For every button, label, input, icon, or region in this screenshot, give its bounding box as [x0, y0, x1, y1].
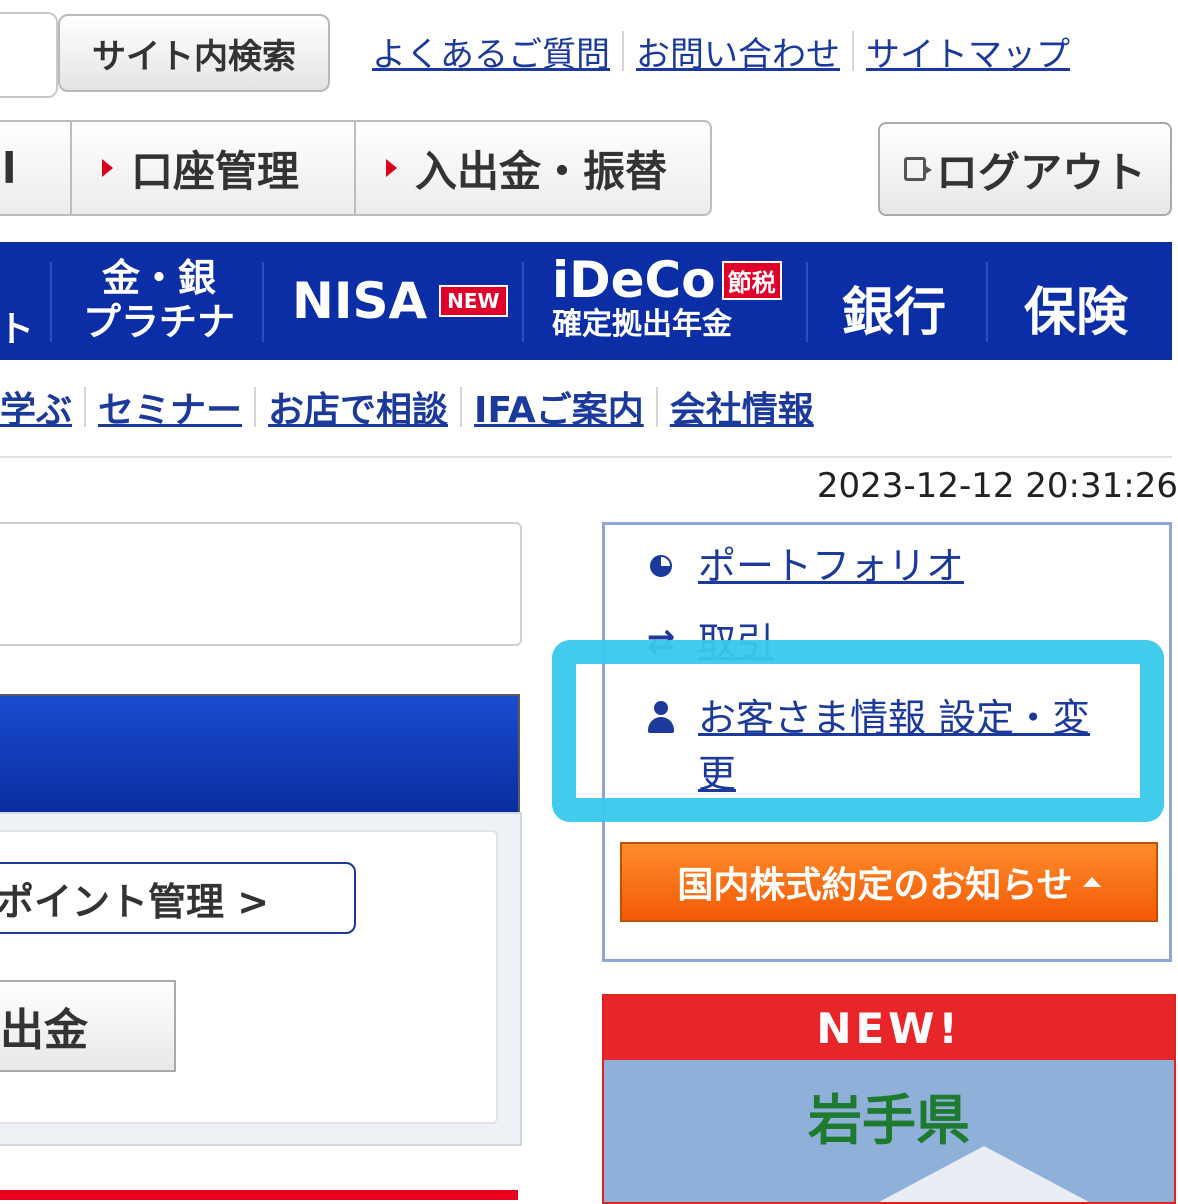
banner-title: 岩手県	[808, 1089, 970, 1152]
ifa-link[interactable]: IFAご案内	[474, 381, 644, 433]
divider	[852, 31, 854, 71]
divider	[622, 31, 624, 71]
contact-link[interactable]: お問い合わせ	[636, 27, 840, 76]
divider	[0, 456, 1172, 458]
nav-tab-partial-label: l	[2, 143, 17, 193]
product-partial[interactable]: ト	[0, 300, 34, 352]
divider	[84, 387, 87, 427]
account-panel-header	[0, 694, 520, 814]
tax-saving-badge: 節税	[721, 260, 782, 300]
product-gold[interactable]: 金・銀 プラチナ	[74, 256, 244, 344]
red-strip	[0, 1190, 518, 1200]
mountain-graphic	[834, 1146, 1134, 1202]
nav-tab-transfer-label: 入出金・振替	[415, 146, 668, 196]
product-ideco-label: iDeCo	[552, 251, 716, 309]
product-insurance[interactable]: 保険	[1024, 270, 1128, 345]
divider	[50, 262, 52, 342]
divider	[460, 387, 463, 427]
stock-execution-notice-button[interactable]: 国内株式約定のお知らせ	[620, 842, 1158, 922]
logout-button[interactable]: ログアウト	[878, 122, 1172, 216]
stock-execution-notice-label: 国内株式約定のお知らせ	[677, 865, 1073, 906]
product-gold-line2: プラチナ	[82, 300, 235, 344]
store-consult-link[interactable]: お店で相談	[268, 381, 448, 433]
nav-tab-transfer[interactable]: 入出金・振替	[354, 120, 712, 216]
divider	[655, 387, 658, 427]
nav-tab-partial[interactable]: l	[0, 120, 72, 216]
product-ideco[interactable]: iDeCo 節税 確定拠出年金	[552, 252, 782, 342]
new-badge: NEW	[439, 285, 508, 317]
divider	[986, 262, 988, 342]
logout-icon	[903, 157, 932, 181]
point-management-button[interactable]: ポイント管理 >	[0, 862, 356, 934]
info-panel	[0, 522, 522, 646]
company-link[interactable]: 会社情報	[670, 381, 814, 433]
search-input[interactable]	[0, 12, 58, 98]
pie-chart-icon	[642, 538, 680, 594]
site-search-button[interactable]: サイト内検索	[58, 14, 330, 92]
withdraw-button[interactable]: 出金	[0, 980, 176, 1072]
divider	[522, 262, 524, 342]
menu-item-portfolio[interactable]: ポートフォリオ	[642, 538, 964, 594]
learn-link[interactable]: 学ぶ	[0, 381, 72, 433]
triangle-right-icon	[386, 159, 397, 177]
utility-links: よくあるご質問 お問い合わせ サイトマップ	[372, 26, 1070, 76]
nav-tab-account[interactable]: 口座管理	[70, 120, 356, 216]
portfolio-link[interactable]: ポートフォリオ	[698, 538, 964, 594]
product-nisa-label: NISA	[292, 272, 428, 330]
divider	[806, 262, 808, 342]
sitemap-link[interactable]: サイトマップ	[866, 27, 1070, 76]
highlight-annotation	[552, 640, 1164, 822]
logout-label: ログアウト	[935, 147, 1146, 197]
iwate-banner[interactable]: NEW! 岩手県	[602, 994, 1176, 1204]
product-ideco-sub: 確定拠出年金	[552, 307, 732, 342]
divider	[262, 262, 264, 342]
triangle-right-icon	[102, 159, 113, 177]
sub-links: 学ぶ セミナー お店で相談 IFAご案内 会社情報	[0, 380, 814, 434]
product-nav-bar: ト 金・銀 プラチナ NISA NEW iDeCo 節税 確定拠出年金 銀行 保…	[0, 242, 1172, 360]
product-nisa[interactable]: NISA NEW	[292, 272, 508, 330]
banner-new-label: NEW!	[604, 996, 1174, 1060]
faq-link[interactable]: よくあるご質問	[372, 27, 610, 76]
product-gold-line1: 金・銀	[101, 256, 216, 300]
caret-up-icon	[1082, 877, 1101, 887]
product-bank[interactable]: 銀行	[842, 270, 946, 345]
seminar-link[interactable]: セミナー	[98, 381, 242, 433]
nav-tab-account-label: 口座管理	[131, 146, 300, 196]
divider	[254, 387, 257, 427]
current-datetime: 2023-12-12 20:31:26	[816, 466, 1178, 506]
